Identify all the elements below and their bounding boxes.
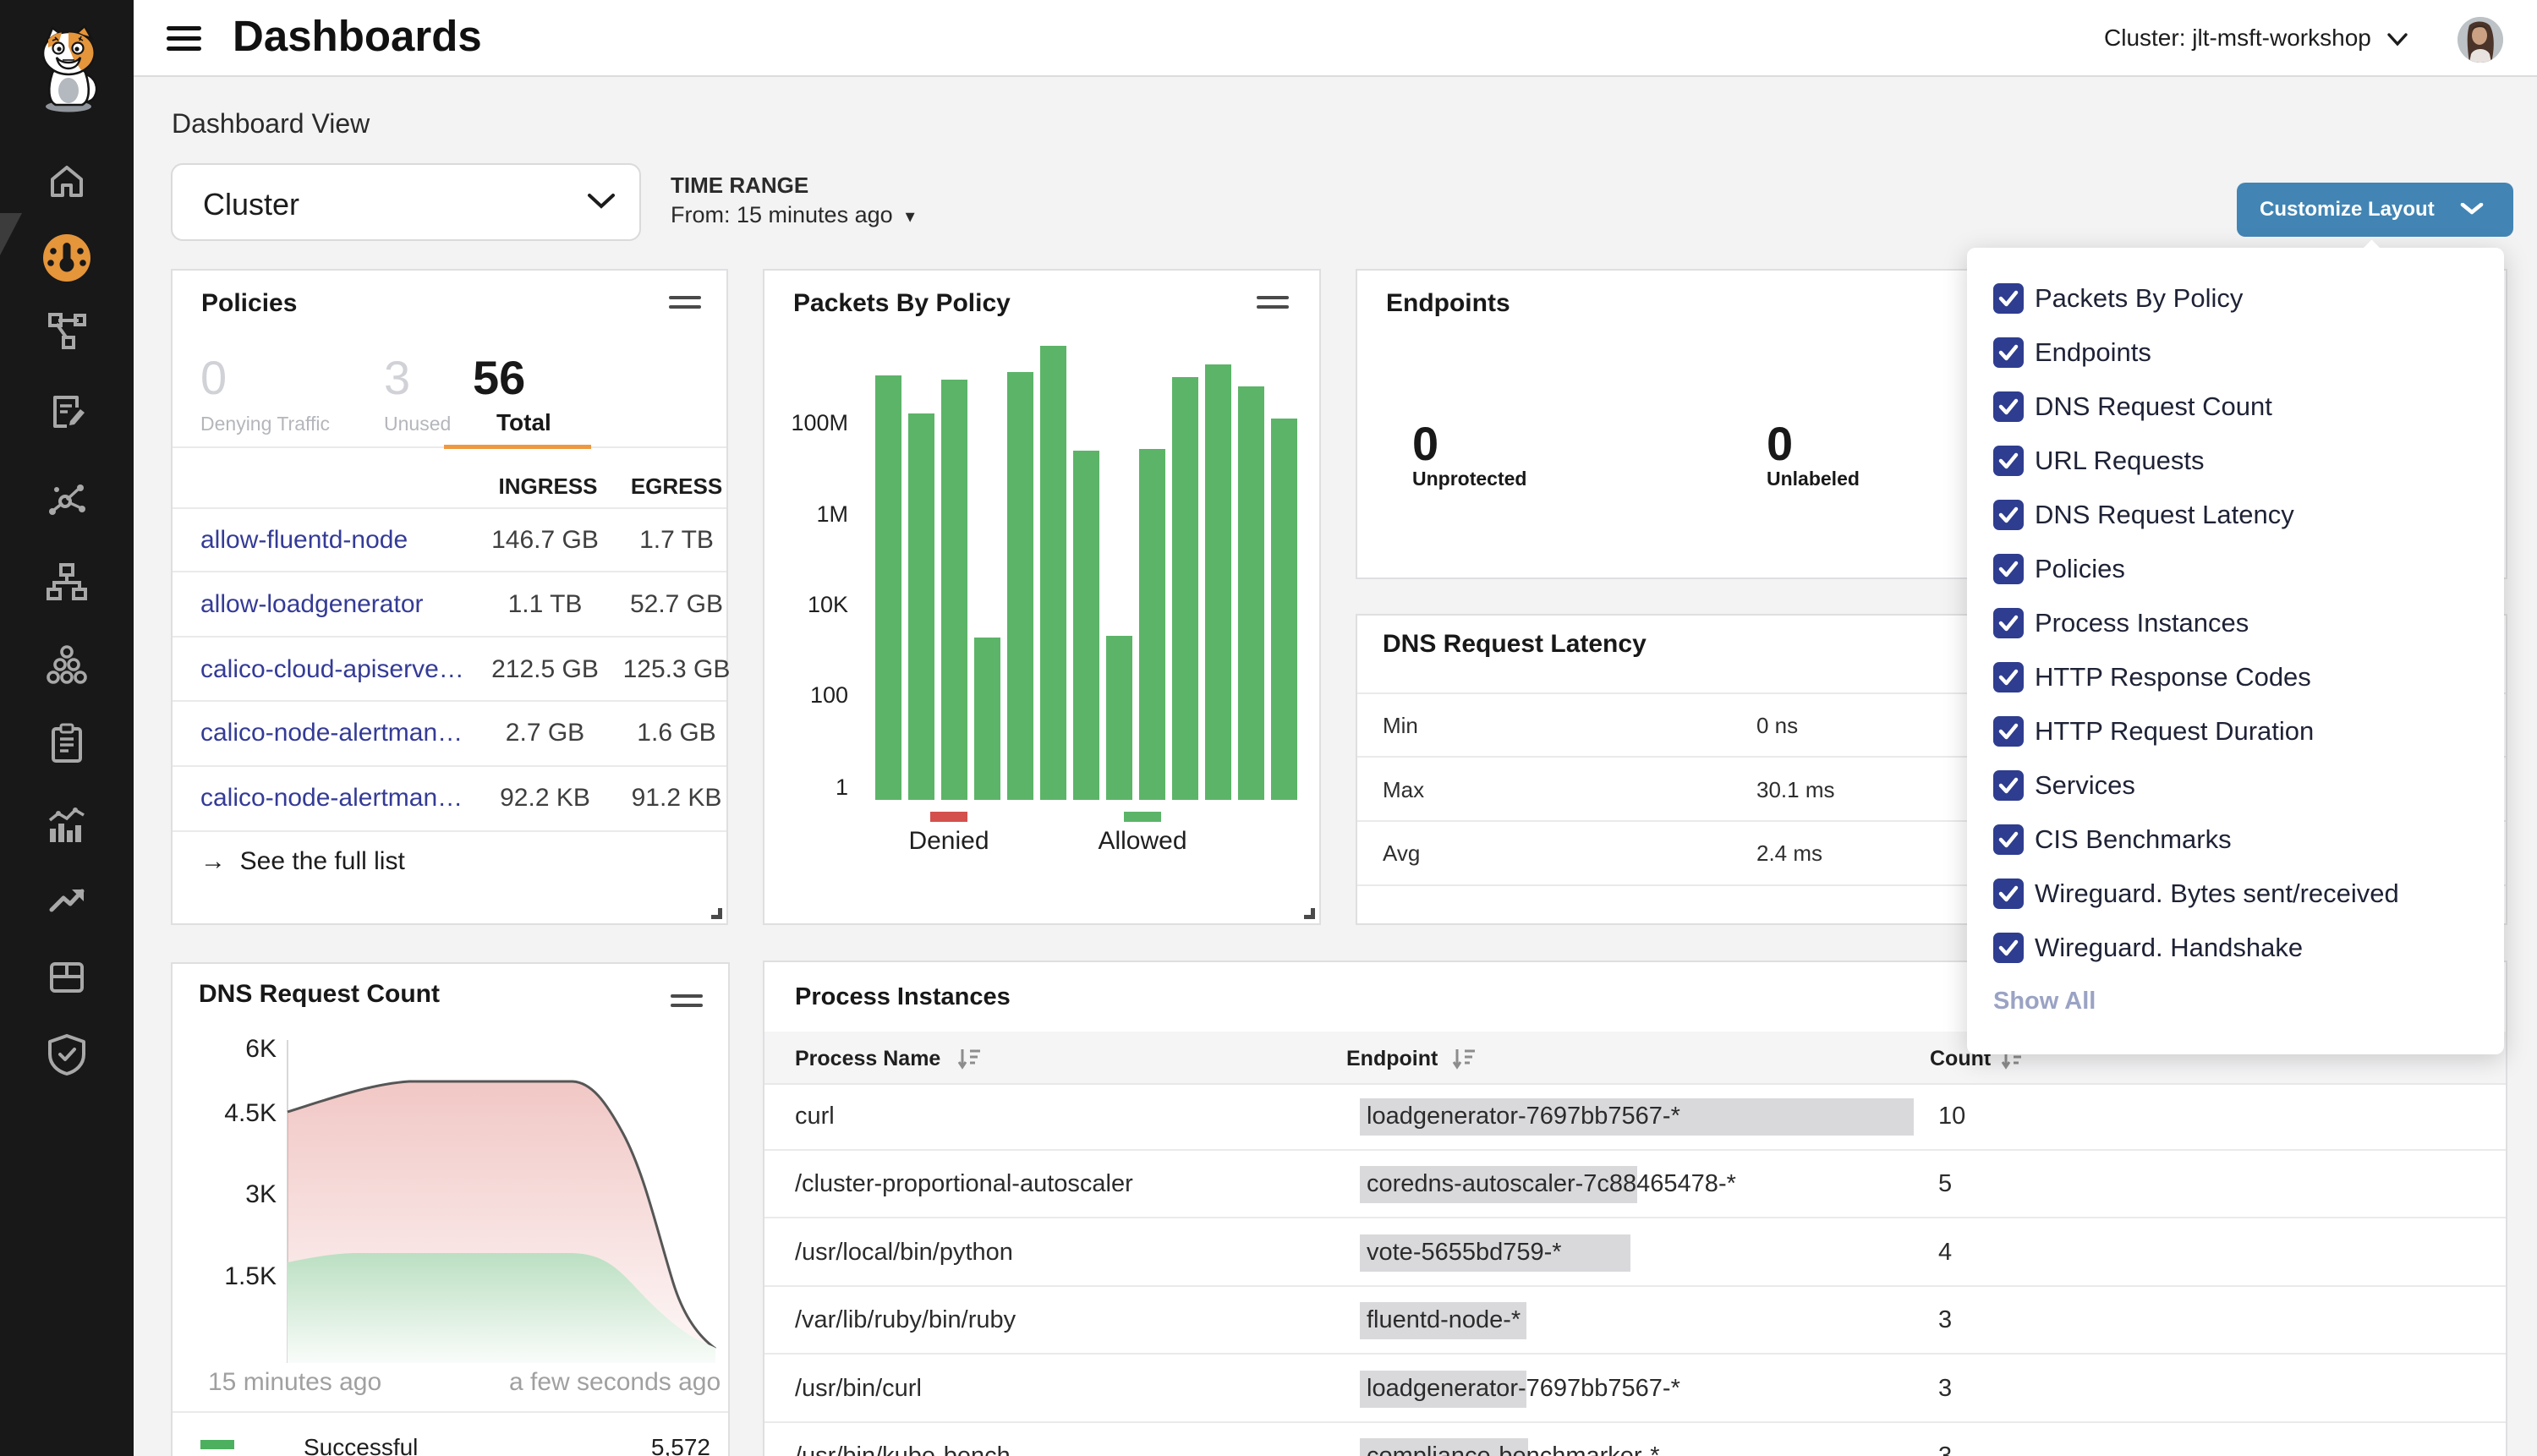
svg-text:15 minutes ago: 15 minutes ago [208, 1368, 381, 1396]
svg-text:6K: 6K [245, 1035, 277, 1063]
svg-text:100: 100 [810, 682, 848, 708]
svg-text:100M: 100M [791, 410, 848, 435]
svg-text:3K: 3K [245, 1180, 277, 1208]
svg-text:a few seconds ago: a few seconds ago [509, 1368, 721, 1396]
svg-text:10K: 10K [808, 592, 848, 617]
svg-text:Successful: Successful [304, 1434, 418, 1456]
svg-text:1: 1 [836, 775, 848, 800]
svg-text:Allowed: Allowed [1098, 827, 1186, 855]
svg-text:1M: 1M [816, 501, 848, 527]
svg-text:Denied: Denied [908, 827, 989, 855]
svg-text:1.5K: 1.5K [224, 1262, 277, 1290]
svg-text:4.5K: 4.5K [224, 1099, 277, 1127]
svg-text:5,572: 5,572 [651, 1434, 710, 1456]
